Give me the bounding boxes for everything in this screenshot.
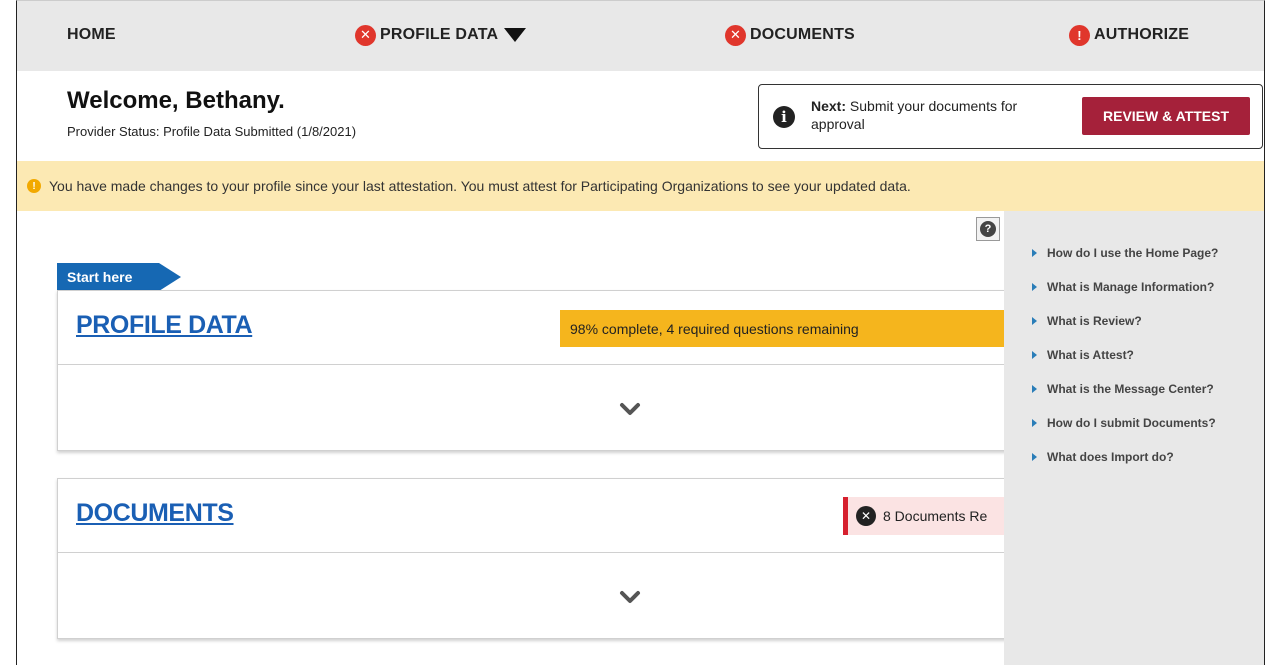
- triangle-right-icon: [1032, 283, 1037, 291]
- triangle-right-icon: [1032, 317, 1037, 325]
- profile-data-link[interactable]: PROFILE DATA: [76, 311, 253, 340]
- progress-status: 98% complete, 4 required questions remai…: [560, 310, 1020, 347]
- nav-profile-data[interactable]: ✕ PROFILE DATA: [355, 23, 527, 47]
- help-item[interactable]: What is Manage Information?: [1032, 270, 1218, 304]
- exclamation-icon: !: [1069, 24, 1090, 46]
- app-frame: HOME ✕ PROFILE DATA ✕ DOCUMENTS ! AUTHOR…: [16, 0, 1265, 665]
- help-item[interactable]: How do I submit Documents?: [1032, 406, 1218, 440]
- documents-card-header: DOCUMENTS ✕ 8 Documents Re: [58, 479, 1020, 553]
- progress-text: 98% complete, 4 required questions remai…: [570, 320, 859, 337]
- start-here-label: Start here: [67, 269, 133, 285]
- documents-required-text: 8 Documents Re: [883, 508, 988, 524]
- triangle-right-icon: [1032, 385, 1037, 393]
- help-item-label: What does Import do?: [1047, 450, 1174, 464]
- triangle-right-icon: [1032, 351, 1037, 359]
- nav-authorize-label: AUTHORIZE: [1094, 26, 1190, 43]
- help-item-label: How do I use the Home Page?: [1047, 246, 1219, 260]
- nav-profile-data-label: PROFILE DATA: [380, 26, 499, 43]
- nav-home[interactable]: HOME: [67, 23, 116, 47]
- nav-documents[interactable]: ✕ DOCUMENTS: [725, 23, 855, 47]
- triangle-right-icon: [1032, 419, 1037, 427]
- next-step-box: i Next: Submit your documents for approv…: [758, 84, 1263, 149]
- next-step-text: Next: Submit your documents for approval: [811, 97, 1071, 133]
- help-item[interactable]: What does Import do?: [1032, 440, 1218, 474]
- top-nav: HOME ✕ PROFILE DATA ✕ DOCUMENTS ! AUTHOR…: [17, 1, 1264, 71]
- provider-status: Provider Status: Profile Data Submitted …: [67, 124, 357, 139]
- error-icon: ✕: [725, 24, 746, 46]
- caret-down-icon[interactable]: [504, 28, 527, 42]
- help-list: How do I use the Home Page? What is Manag…: [1032, 236, 1218, 474]
- help-toggle-button[interactable]: ?: [976, 217, 1000, 241]
- review-attest-button[interactable]: REVIEW & ATTEST: [1082, 97, 1250, 135]
- start-here-tag: Start here: [57, 263, 181, 291]
- question-icon: ?: [980, 221, 996, 237]
- documents-card: DOCUMENTS ✕ 8 Documents Re: [57, 478, 1020, 639]
- help-item-label: What is Attest?: [1047, 348, 1134, 362]
- chevron-down-icon[interactable]: [618, 585, 642, 609]
- warning-icon: !: [27, 179, 41, 193]
- error-icon: ✕: [355, 24, 376, 46]
- help-item[interactable]: How do I use the Home Page?: [1032, 236, 1218, 270]
- triangle-right-icon: [1032, 249, 1037, 257]
- alert-banner: ! You have made changes to your profile …: [17, 161, 1264, 211]
- nav-home-label: HOME: [67, 26, 116, 43]
- next-step-label: Next:: [811, 98, 847, 114]
- documents-link[interactable]: DOCUMENTS: [76, 499, 234, 528]
- help-item[interactable]: What is the Message Center?: [1032, 372, 1218, 406]
- help-item[interactable]: What is Attest?: [1032, 338, 1218, 372]
- alert-message: You have made changes to your profile si…: [49, 178, 911, 194]
- profile-data-card-header: PROFILE DATA 98% complete, 4 required qu…: [58, 291, 1020, 365]
- documents-required-badge: ✕ 8 Documents Re: [843, 497, 1020, 535]
- triangle-right-icon: [1032, 453, 1037, 461]
- profile-data-card: PROFILE DATA 98% complete, 4 required qu…: [57, 290, 1020, 451]
- info-icon: i: [773, 106, 795, 128]
- chevron-down-icon[interactable]: [618, 397, 642, 421]
- help-item-label: What is Manage Information?: [1047, 280, 1215, 294]
- help-item-label: What is the Message Center?: [1047, 382, 1214, 396]
- help-item-label: How do I submit Documents?: [1047, 416, 1216, 430]
- nav-documents-label: DOCUMENTS: [750, 26, 855, 43]
- nav-authorize[interactable]: ! AUTHORIZE: [1069, 23, 1189, 47]
- help-item-label: What is Review?: [1047, 314, 1142, 328]
- help-item[interactable]: What is Review?: [1032, 304, 1218, 338]
- welcome-heading: Welcome, Bethany.: [67, 87, 285, 114]
- close-circle-icon: ✕: [856, 506, 876, 526]
